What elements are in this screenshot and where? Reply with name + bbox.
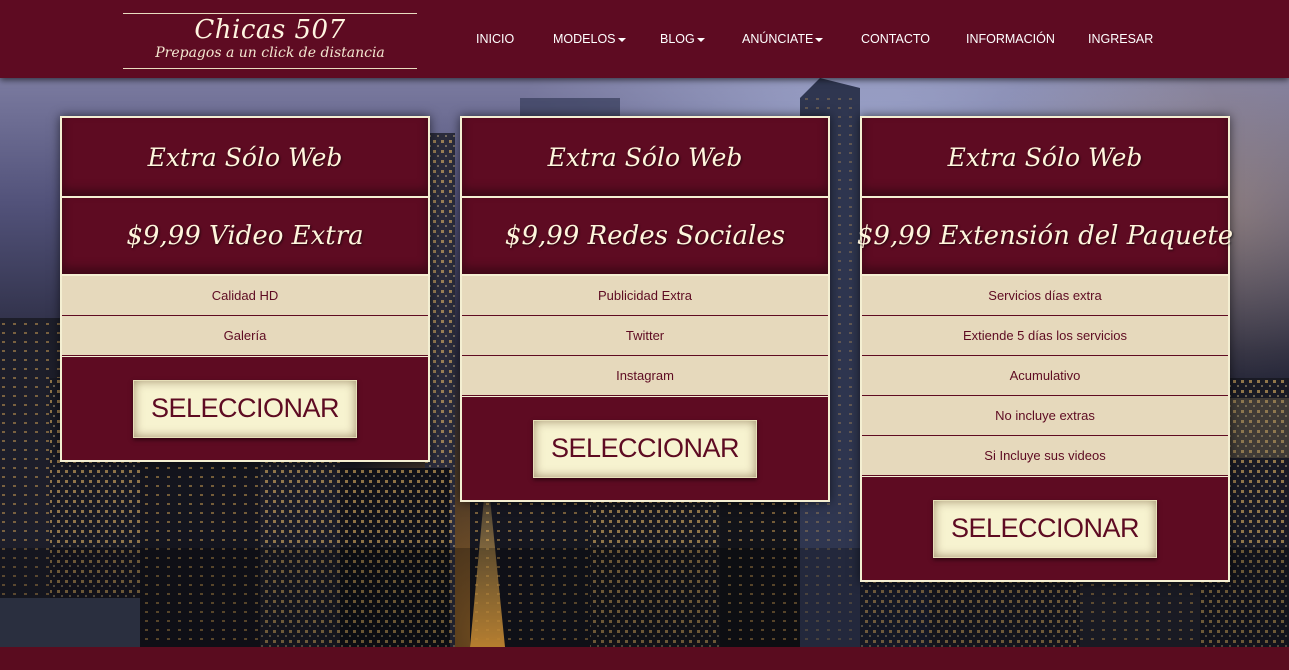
card-heading-text: Extra Sólo Web <box>947 142 1143 172</box>
feature-item: Calidad HD <box>62 276 428 316</box>
caret-down-icon <box>815 37 824 42</box>
feature-item: Twitter <box>462 316 828 356</box>
pricing-card-extension-paquete: Extra Sólo Web $9,99 Extensión del Paque… <box>857 116 1233 582</box>
card-price: $9,99 Video Extra <box>62 198 428 276</box>
feature-item: Galería <box>62 316 428 356</box>
caret-down-icon <box>617 37 626 42</box>
card-price-text: $9,99 Extensión del Paquete <box>856 221 1234 251</box>
nav-item-anunciate[interactable]: ANÚNCIATE <box>742 31 824 47</box>
brand-title: Chicas 507 <box>194 15 346 45</box>
card-heading: Extra Sólo Web <box>62 118 428 198</box>
nav-item-modelos[interactable]: MODELOS <box>553 31 626 47</box>
feature-item: Extiende 5 días los servicios <box>862 316 1228 356</box>
card-footer: SELECCIONAR <box>62 356 428 460</box>
nav-item-inicio[interactable]: INICIO <box>476 31 514 47</box>
feature-item: Acumulativo <box>862 356 1228 396</box>
pricing-card-video-extra: Extra Sólo Web $9,99 Video Extra Calidad… <box>60 116 430 462</box>
card-price-text: $9,99 Video Extra <box>126 221 364 251</box>
feature-item: Instagram <box>462 356 828 396</box>
footer-strip <box>0 647 1289 670</box>
card-footer: SELECCIONAR <box>462 396 828 500</box>
card-heading-text: Extra Sólo Web <box>147 142 343 172</box>
feature-item: Si Incluye sus videos <box>862 436 1228 476</box>
card-heading: Extra Sólo Web <box>462 118 828 198</box>
select-button[interactable]: SELECCIONAR <box>133 379 357 438</box>
nav-item-informacion[interactable]: INFORMACIÓN <box>966 31 1055 47</box>
nav-item-blog[interactable]: BLOG <box>660 31 705 47</box>
brand-logo[interactable]: Chicas 507 Prepagos a un click de distan… <box>123 13 417 69</box>
feature-item: Publicidad Extra <box>462 276 828 316</box>
card-price-text: $9,99 Redes Sociales <box>504 221 786 251</box>
top-navbar: Chicas 507 Prepagos a un click de distan… <box>0 0 1289 78</box>
pricing-card-redes-sociales: Extra Sólo Web $9,99 Redes Sociales Publ… <box>460 116 830 502</box>
nav-item-ingresar[interactable]: INGRESAR <box>1088 31 1153 47</box>
card-price: $9,99 Extensión del Paquete <box>857 198 1233 276</box>
select-button[interactable]: SELECCIONAR <box>533 419 757 478</box>
brand-tagline: Prepagos a un click de distancia <box>155 45 385 61</box>
card-footer: SELECCIONAR <box>862 476 1228 580</box>
feature-item: Servicios días extra <box>862 276 1228 316</box>
feature-item: No incluye extras <box>862 396 1228 436</box>
nav-item-contacto[interactable]: CONTACTO <box>861 31 930 47</box>
card-heading: Extra Sólo Web <box>862 118 1228 198</box>
card-price: $9,99 Redes Sociales <box>462 198 828 276</box>
card-heading-text: Extra Sólo Web <box>547 142 743 172</box>
select-button[interactable]: SELECCIONAR <box>933 499 1157 558</box>
caret-down-icon <box>696 37 705 42</box>
